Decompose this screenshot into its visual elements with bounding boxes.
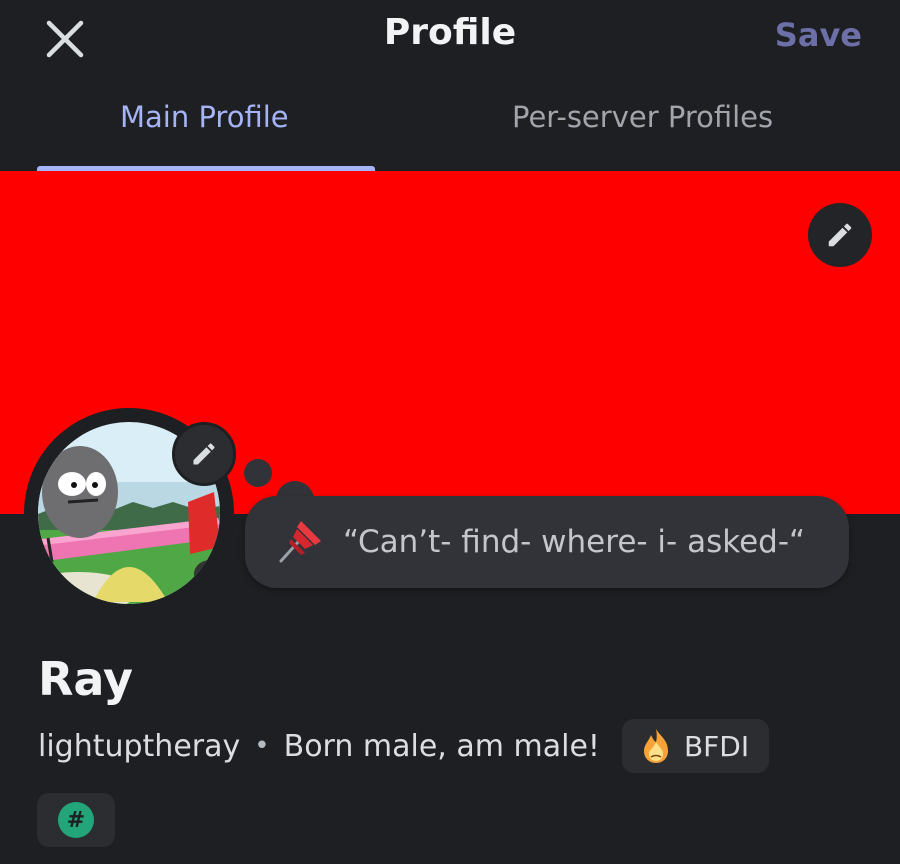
profile-tabs: Main Profile Per-server Profiles (0, 80, 900, 172)
thought-bubble-dot (244, 459, 272, 487)
separator-dot: • (254, 731, 270, 761)
username: lightuptheray (38, 728, 241, 764)
hashtag-icon: # (58, 802, 94, 838)
pencil-icon (193, 443, 215, 465)
flame-icon (643, 729, 668, 763)
save-button[interactable]: Save (775, 16, 862, 54)
profile-badge[interactable]: # (37, 793, 115, 847)
server-tag[interactable]: BFDI (621, 719, 770, 773)
tab-main-profile[interactable]: Main Profile (120, 100, 289, 134)
display-name: Ray (38, 652, 134, 706)
pushpin-icon (279, 521, 321, 563)
profile-subline: lightuptheray • Born male, am male! BFDI (38, 718, 770, 774)
top-bar: Profile Save (0, 0, 900, 72)
edit-avatar-button[interactable] (172, 422, 236, 486)
custom-status-bubble[interactable]: “Can’t- find- where- i- asked-“ (245, 496, 849, 588)
status-text: “Can’t- find- where- i- asked-“ (343, 524, 806, 560)
page-title: Profile (383, 12, 517, 53)
tab-per-server-profiles[interactable]: Per-server Profiles (512, 100, 773, 134)
pencil-icon (828, 223, 852, 247)
pronouns: Born male, am male! (283, 728, 600, 764)
edit-banner-button[interactable] (808, 203, 872, 267)
server-tag-label: BFDI (683, 729, 750, 763)
